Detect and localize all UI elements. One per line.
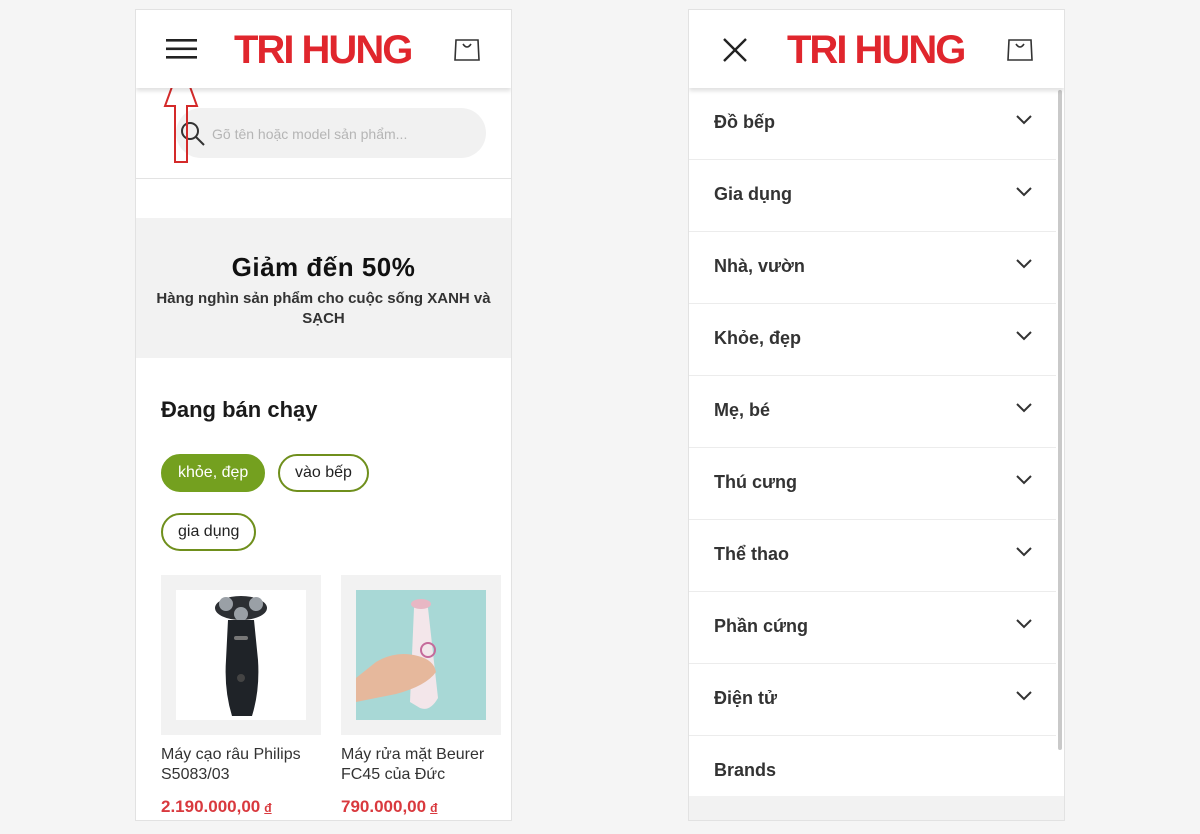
menu-item-label: Khỏe, đẹp	[714, 328, 802, 348]
menu-item-label: Đồ bếp	[714, 112, 775, 132]
promo-subtext: Hàng nghìn sản phẩm cho cuộc sống XANH v…	[156, 290, 491, 327]
menu-item[interactable]: Thú cưng	[689, 448, 1056, 520]
chevron-down-icon[interactable]	[1016, 475, 1032, 485]
chevron-down-icon[interactable]	[1016, 691, 1032, 701]
close-icon[interactable]	[722, 37, 748, 68]
promo-banner: Giảm đến 50% Hàng nghìn sản phẩm cho cuộ…	[136, 218, 511, 358]
product-card[interactable]: Máy rửa mặt Beurer FC45 của Đức 790.000,…	[341, 575, 501, 817]
menu-item-label: Nhà, vườn	[714, 256, 805, 276]
hamburger-icon[interactable]	[166, 38, 198, 65]
divider	[136, 178, 511, 179]
header: TRI HUNG	[136, 10, 511, 88]
menu-item-label: Phần cứng	[714, 616, 809, 636]
menu-item-label: Thể thao	[714, 544, 789, 564]
shaver-image	[176, 590, 306, 720]
search-input[interactable]	[210, 108, 474, 160]
menu-item-label: Thú cưng	[714, 472, 798, 492]
product-image[interactable]	[161, 575, 321, 735]
chevron-down-icon[interactable]	[1016, 403, 1032, 413]
menu-item[interactable]: Mẹ, bé	[689, 376, 1056, 448]
menu-item[interactable]: Gia dụng	[689, 160, 1056, 232]
category-menu: Đồ bếp Gia dụng Nhà, vườn Khỏe, đẹp Mẹ, bé Th…	[689, 88, 1056, 808]
promo-headline: Giảm đến 50%	[231, 252, 416, 282]
product-name[interactable]: Máy cạo râu Philips S5083/03	[161, 745, 321, 785]
product-name[interactable]: Máy rửa mặt Beurer FC45 của Đức	[341, 745, 501, 785]
logo[interactable]: TRI HUNG	[234, 29, 413, 71]
chip-gia-dung[interactable]: gia dụng	[161, 513, 257, 551]
menu-item[interactable]: Thể thao	[689, 520, 1056, 592]
face-cleanser-image	[356, 590, 486, 720]
menu-item[interactable]: Điện tử	[689, 664, 1056, 736]
chip-vao-bep[interactable]: vào bếp	[278, 454, 369, 492]
chevron-down-icon[interactable]	[1016, 259, 1032, 269]
menu-item-label: Brands	[714, 760, 777, 780]
shopping-bag-icon[interactable]	[453, 34, 481, 67]
menu-item[interactable]: Khỏe, đẹp	[689, 304, 1056, 376]
scrollbar[interactable]	[1058, 90, 1062, 750]
chevron-down-icon[interactable]	[1016, 547, 1032, 557]
chevron-down-icon[interactable]	[1016, 331, 1032, 341]
menu-item-label: Gia dụng	[714, 184, 792, 204]
product-price: 790.000,00 đ	[341, 797, 438, 816]
menu-item[interactable]: Nhà, vườn	[689, 232, 1056, 304]
logo[interactable]: TRI HUNG	[787, 29, 966, 71]
chevron-down-icon[interactable]	[1016, 619, 1032, 629]
menu-item[interactable]: Phần cứng	[689, 592, 1056, 664]
menu-item[interactable]: Đồ bếp	[689, 88, 1056, 160]
chip-khoe-dep[interactable]: khỏe, đẹp	[161, 454, 266, 492]
shopping-bag-icon[interactable]	[1006, 34, 1034, 67]
header: TRI HUNG	[689, 10, 1064, 88]
chevron-down-icon[interactable]	[1016, 187, 1032, 197]
product-price: 2.190.000,00 đ	[161, 797, 272, 816]
search-bar[interactable]	[176, 108, 486, 160]
menu-item-label: Mẹ, bé	[714, 400, 771, 420]
menu-footer	[689, 796, 1064, 820]
chevron-down-icon[interactable]	[1016, 115, 1032, 125]
section-title: Đang bán chạy	[161, 397, 318, 422]
menu-item-label: Điện tử	[714, 688, 778, 708]
product-card[interactable]: Máy cạo râu Philips S5083/03 2.190.000,0…	[161, 575, 321, 817]
menu-screen: TRI HUNG Đồ bếp Gia dụng Nhà, vườn Khỏe, đẹ…	[688, 9, 1065, 821]
product-image[interactable]	[341, 575, 501, 735]
